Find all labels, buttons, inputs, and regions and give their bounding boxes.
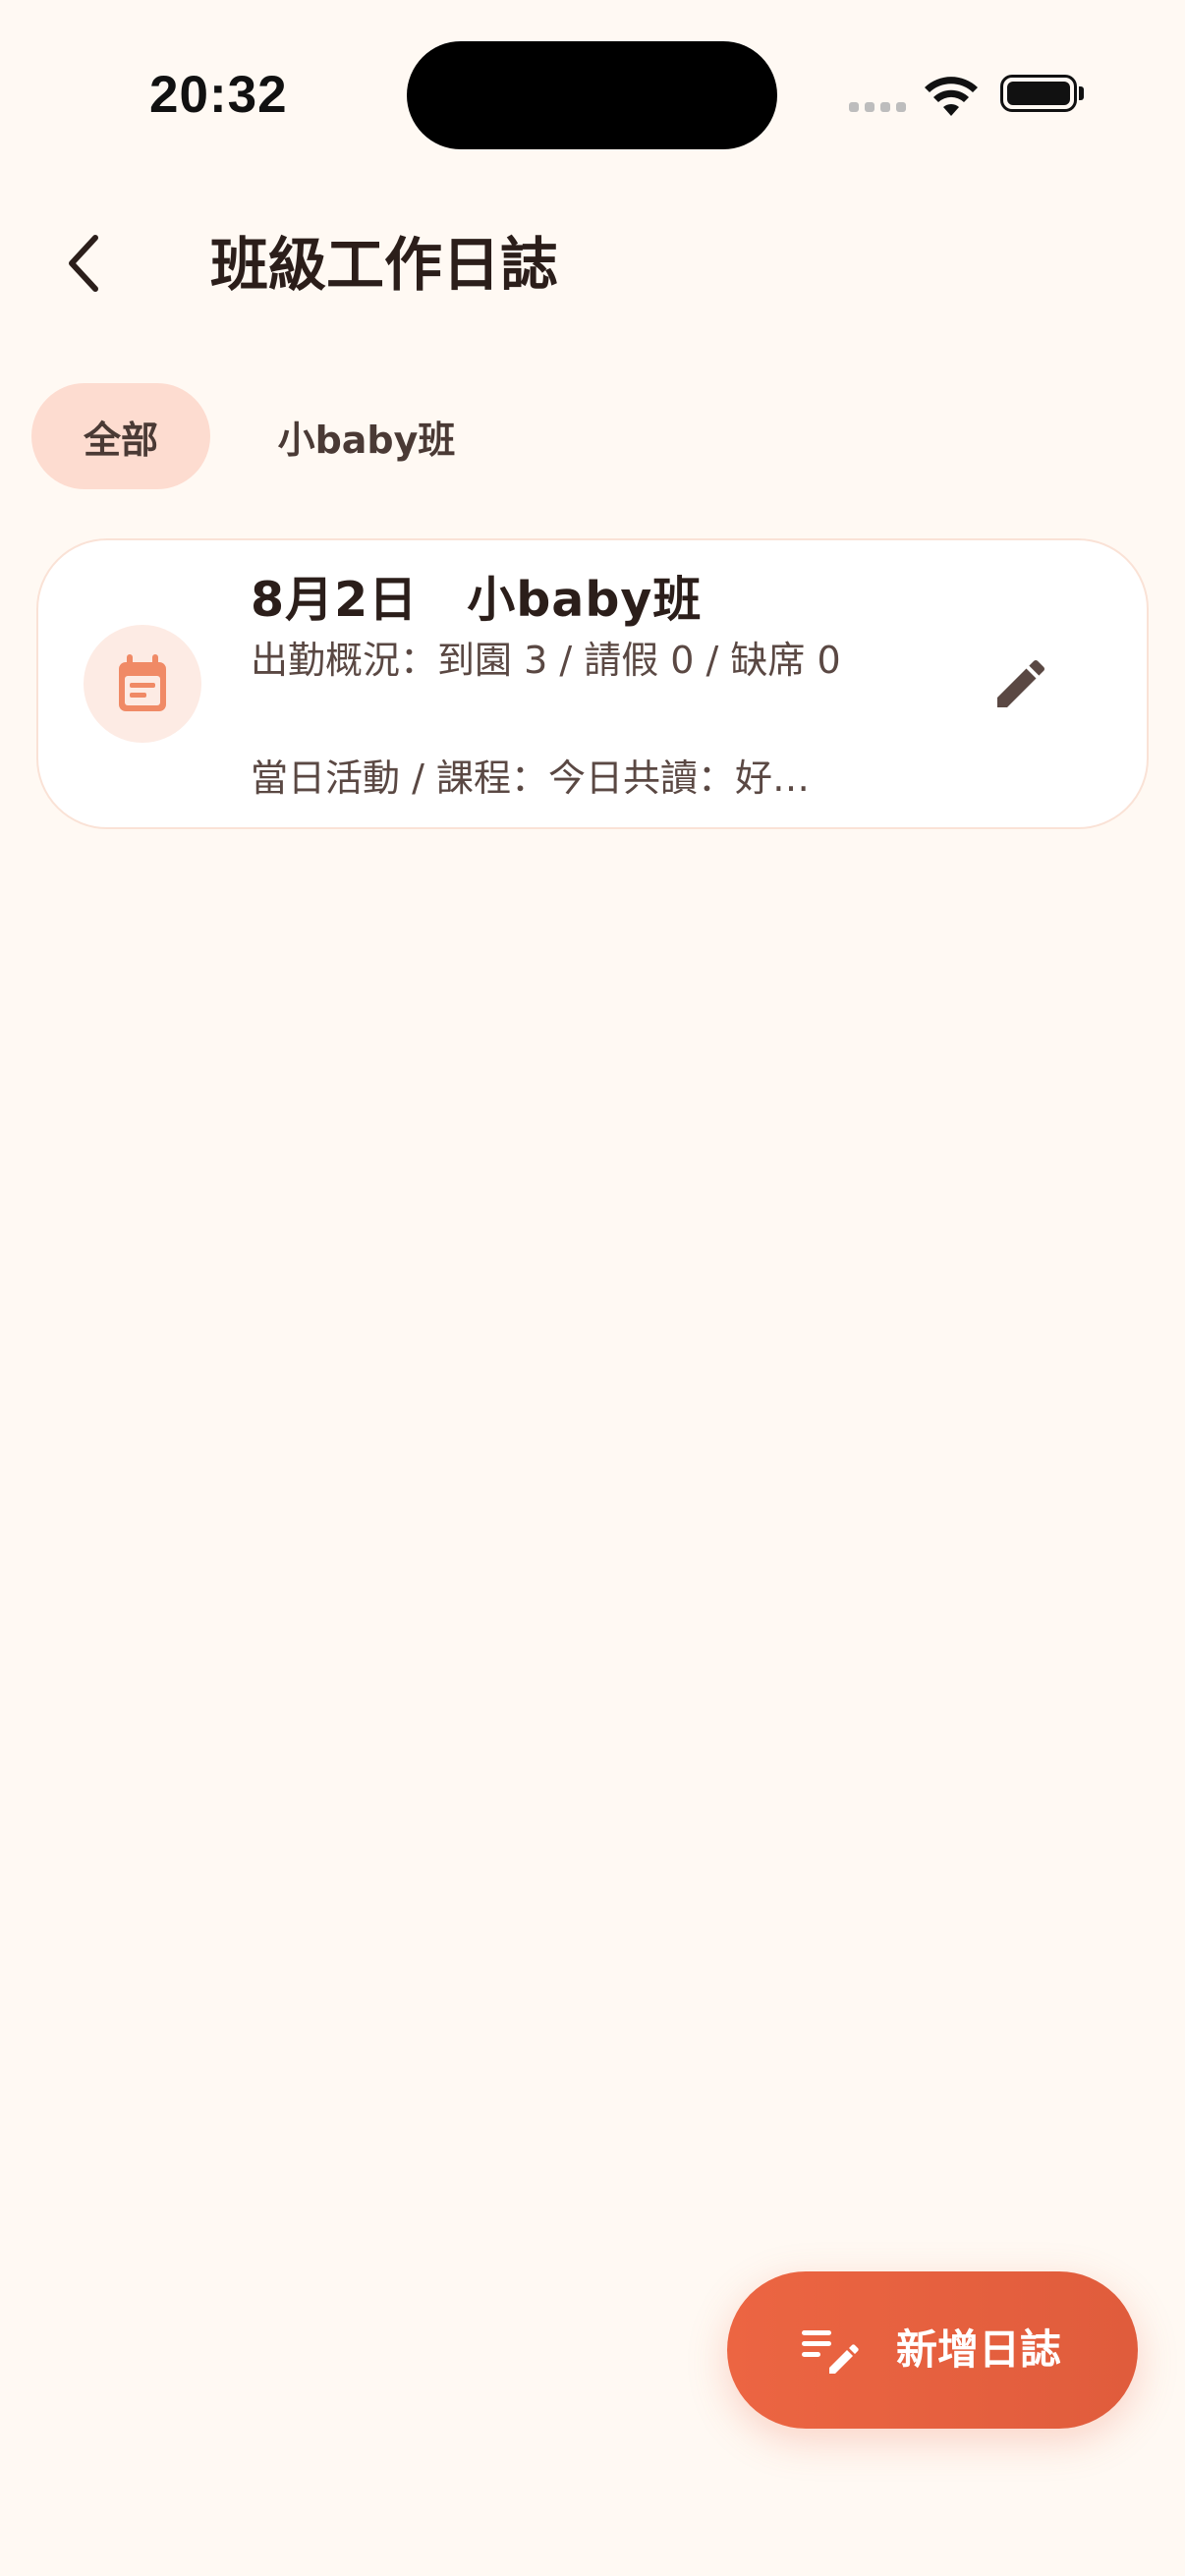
add-log-button[interactable]: 新增日誌	[727, 2271, 1138, 2429]
wifi-icon	[925, 77, 978, 116]
log-title: 8月2日 小baby班	[251, 572, 703, 628]
tab-class-baby[interactable]: 小baby班	[263, 383, 470, 489]
tab-label: 全部	[83, 418, 158, 462]
log-card[interactable]: 8月2日 小baby班 出勤概況：到園 3 / 請假 0 / 缺席 0 當日活動…	[36, 538, 1149, 829]
cellular-signal-icon	[849, 102, 906, 112]
battery-icon	[1000, 75, 1077, 112]
calendar-icon	[119, 654, 166, 711]
log-activity: 當日活動 / 課程：今日共讀：好…	[251, 756, 810, 800]
pencil-icon	[997, 659, 1045, 707]
battery-cap	[1079, 86, 1084, 100]
status-time: 20:32	[149, 66, 288, 124]
chevron-left-icon	[69, 235, 98, 292]
tab-all[interactable]: 全部	[31, 383, 210, 489]
tab-label: 小baby班	[277, 418, 456, 462]
page-title: 班級工作日誌	[210, 231, 559, 299]
edit-note-icon	[802, 2330, 859, 2374]
back-button[interactable]	[51, 224, 116, 303]
add-log-label: 新增日誌	[896, 2325, 1062, 2374]
log-attendance: 出勤概況：到園 3 / 請假 0 / 缺席 0	[251, 639, 841, 682]
card-icon-circle	[84, 625, 201, 743]
dynamic-island	[407, 41, 777, 149]
edit-log-button[interactable]	[980, 643, 1062, 725]
